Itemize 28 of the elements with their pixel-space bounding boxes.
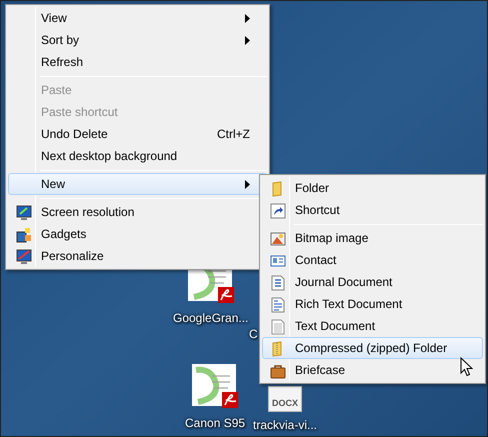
menu-item[interactable]: View: [8, 7, 267, 29]
document-icon: [270, 297, 286, 313]
desktop-icon-label[interactable]: C: [249, 327, 258, 341]
mouse-pointer-icon: [460, 357, 473, 377]
docx-file-icon: DOCX: [268, 386, 302, 412]
menu-item[interactable]: Next desktop background: [8, 145, 267, 167]
menu-item[interactable]: New: [8, 173, 267, 195]
menu-item[interactable]: Rich Text Document: [262, 293, 483, 315]
shortcut-icon: [270, 203, 286, 219]
menu-item[interactable]: Briefcase: [262, 359, 483, 381]
desktop-icon-label[interactable]: GoogleGran...: [173, 309, 248, 327]
monitor-icon: [16, 205, 32, 221]
desktop-icon-label[interactable]: Canon S95: [185, 414, 246, 432]
menu-item[interactable]: Refresh: [8, 51, 267, 73]
menu-item[interactable]: Compressed (zipped) Folder: [262, 337, 483, 359]
document-icon: [270, 275, 286, 291]
document-icon: [270, 319, 286, 335]
menu-item[interactable]: Sort by: [8, 29, 267, 51]
contact-card-icon: [270, 253, 286, 269]
gadgets-icon: [16, 227, 32, 243]
briefcase-icon: [270, 363, 286, 379]
image-icon: [270, 231, 286, 247]
monitor-brush-icon: [16, 249, 32, 265]
menu-item[interactable]: Text Document: [262, 315, 483, 337]
menu-item[interactable]: Undo Delete Ctrl+Z: [8, 123, 267, 145]
pdf-file-icon: [192, 364, 238, 408]
menu-item[interactable]: Journal Document: [262, 271, 483, 293]
desktop-icon-label[interactable]: trackvia-vi...: [253, 416, 318, 434]
